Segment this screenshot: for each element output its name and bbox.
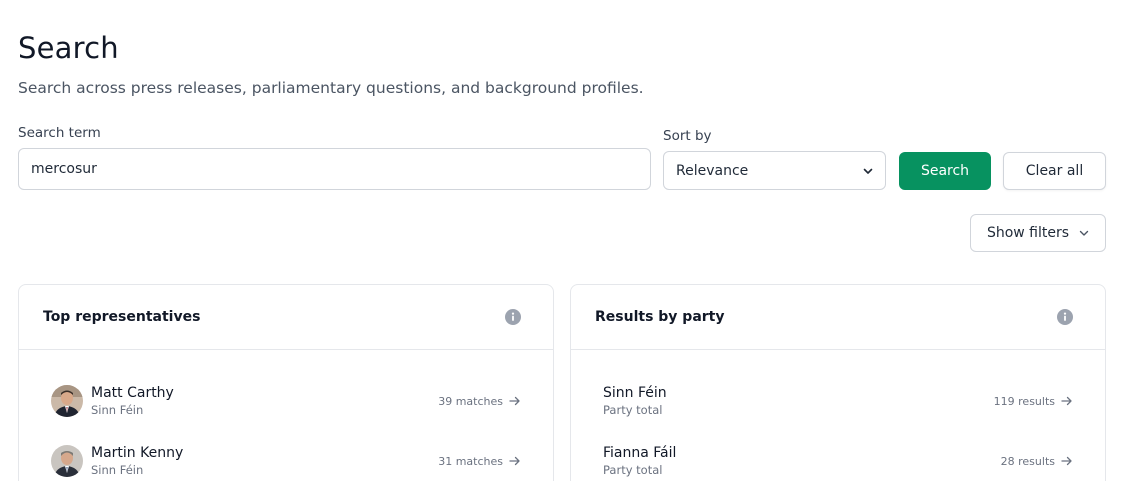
card-title: Top representatives [43,309,201,325]
card-title: Results by party [595,309,725,325]
result-count: 119 results [993,394,1055,408]
list-item[interactable]: Martin Kenny Sinn Féin 31 matches [51,441,521,481]
search-button[interactable]: Search [899,152,991,190]
avatar [51,445,83,477]
representative-party: Sinn Féin [91,403,144,417]
page-title: Search [18,31,119,65]
row-meta: 39 matches [438,395,521,408]
arrow-right-icon [509,396,520,406]
avatar [51,385,83,417]
sort-by-label: Sort by [663,128,712,144]
row-text: Martin Kenny Sinn Féin [91,444,438,478]
top-representatives-card: Top representatives Matt Carthy Sinn Féi… [18,284,554,481]
list-item[interactable]: Sinn Féin Party total 119 results [603,381,1073,421]
list-item[interactable]: Fianna Fáil Party total 28 results [603,441,1073,481]
row-text: Fianna Fáil Party total [603,444,1001,478]
row-meta: 119 results [994,395,1073,408]
match-count: 31 matches [438,454,503,468]
representative-party: Sinn Féin [91,463,144,477]
row-text: Matt Carthy Sinn Féin [91,384,438,418]
arrow-right-icon [1061,456,1072,466]
row-meta: 28 results [1001,455,1073,468]
row-text: Sinn Féin Party total [603,384,994,418]
arrow-right-icon [509,456,520,466]
card-header: Top representatives [19,285,553,350]
list-item[interactable]: Matt Carthy Sinn Féin 39 matches [51,381,521,421]
match-count: 39 matches [438,394,503,408]
search-input[interactable] [18,148,651,190]
results-by-party-card: Results by party Sinn Féin Party total 1… [570,284,1106,481]
info-icon[interactable] [505,309,521,325]
party-name: Sinn Féin [603,385,667,401]
representative-name: Martin Kenny [91,445,184,461]
card-header: Results by party [571,285,1105,350]
party-subtitle: Party total [603,403,663,417]
sort-select-value: Relevance [676,162,749,179]
party-name: Fianna Fáil [603,445,677,461]
arrow-right-icon [1061,396,1072,406]
row-meta: 31 matches [438,455,521,468]
result-count: 28 results [1000,454,1055,468]
chevron-down-icon [1079,230,1089,236]
page-subtitle: Search across press releases, parliament… [18,79,644,97]
show-filters-button[interactable]: Show filters [970,214,1106,252]
sort-select[interactable]: Relevance [663,151,886,190]
search-term-label: Search term [18,125,101,141]
show-filters-label: Show filters [986,225,1070,241]
party-subtitle: Party total [603,463,663,477]
clear-all-button[interactable]: Clear all [1003,152,1106,190]
chevron-down-icon [863,168,873,174]
representative-name: Matt Carthy [91,385,174,401]
info-icon[interactable] [1057,309,1073,325]
